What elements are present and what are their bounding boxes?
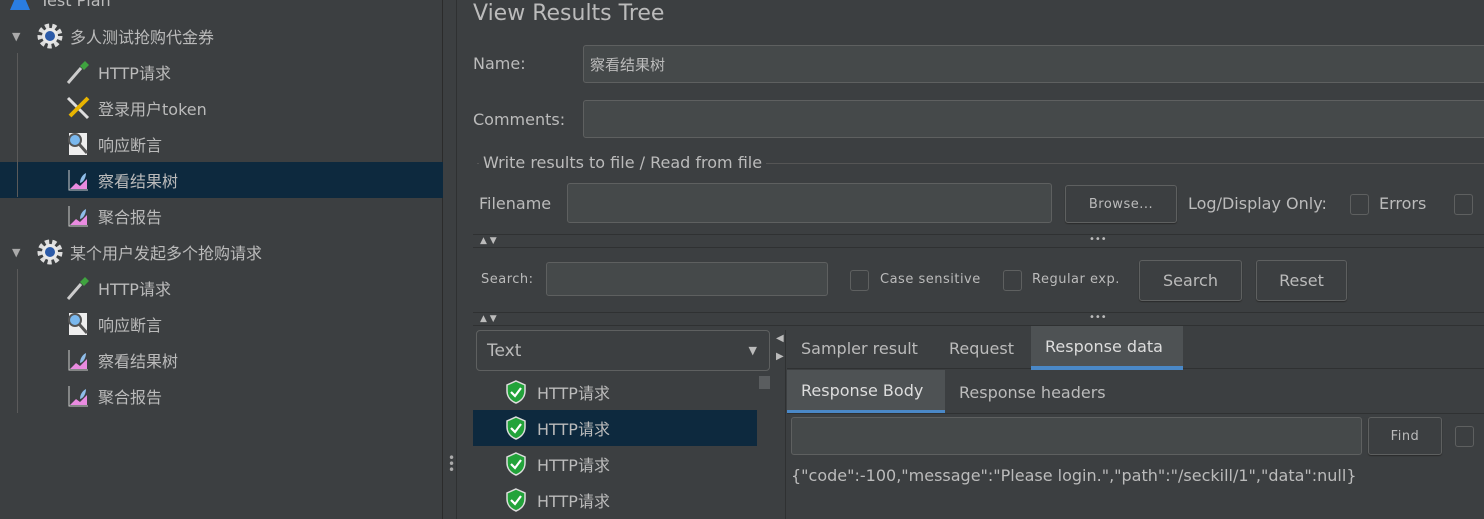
result-item-label: HTTP请求: [537, 420, 610, 439]
tab-request[interactable]: Request: [935, 326, 1031, 370]
search-button[interactable]: Search: [1139, 260, 1242, 301]
errors-checkbox[interactable]: [1350, 194, 1369, 215]
results-scrollbar[interactable]: [759, 376, 770, 389]
test-plan-tree: Test Plan ▼ 多人测试抢购代金券 HTTP请求 登录用户token 响应断言 察看…: [0, 0, 443, 519]
reset-button[interactable]: Reset: [1256, 260, 1347, 301]
pane-grip-icon[interactable]: •••: [1089, 234, 1107, 245]
listener-chart-icon: [64, 346, 92, 374]
tree-item[interactable]: 察看结果树: [0, 342, 443, 378]
file-group-title: Write results to file / Read from file: [479, 153, 767, 172]
renderer-value: Text: [487, 340, 522, 361]
tree-item-label: 响应断言: [98, 136, 163, 155]
tree-item[interactable]: 聚合报告: [0, 378, 443, 414]
tree-item[interactable]: 登录用户token: [0, 90, 443, 126]
tree-item-label: 聚合报告: [98, 388, 163, 407]
result-item-label: HTTP请求: [537, 492, 610, 511]
browse-button[interactable]: Browse...: [1065, 185, 1177, 223]
tree-item-label: 某个用户发起多个抢购请求: [70, 244, 263, 263]
successes-checkbox[interactable]: [1454, 194, 1473, 215]
tree-item-label: 多人测试抢购代金券: [70, 28, 215, 47]
tree-item-label: 聚合报告: [98, 208, 163, 227]
result-item-label: HTTP请求: [537, 384, 610, 403]
case-sensitive-checkbox[interactable]: [850, 270, 869, 291]
filename-input[interactable]: [567, 183, 1052, 223]
name-label: Name:: [473, 54, 526, 73]
comments-label: Comments:: [473, 110, 566, 129]
tree-item[interactable]: 响应断言: [0, 126, 443, 162]
expand-caret-icon[interactable]: ▼: [12, 30, 20, 43]
result-item[interactable]: HTTP请求: [473, 410, 757, 446]
regular-exp-checkbox[interactable]: [1003, 270, 1022, 291]
tab-response-data[interactable]: Response data: [1031, 326, 1183, 370]
response-body-text[interactable]: {"code":-100,"message":"Please login.","…: [791, 466, 1357, 485]
tree-item-label: 登录用户token: [98, 100, 207, 119]
tab-sampler-result[interactable]: Sampler result: [787, 326, 935, 370]
thread-group-gear-icon: [36, 238, 64, 266]
tree-item-label: HTTP请求: [98, 64, 171, 83]
chevron-down-icon: ▼: [748, 344, 757, 357]
success-shield-icon: [505, 488, 527, 512]
case-sensitive-label: Case sensitive: [880, 272, 981, 287]
divider-grip-icon[interactable]: • • •: [448, 452, 455, 476]
tree-item[interactable]: HTTP请求: [0, 270, 443, 306]
tree-item[interactable]: Test Plan: [0, 0, 443, 18]
subtab-response-headers[interactable]: Response headers: [945, 370, 1131, 414]
pane-grip-icon[interactable]: •••: [1089, 312, 1107, 323]
collapse-arrows-icon[interactable]: ▲ ▼: [480, 236, 497, 246]
tree-item[interactable]: HTTP请求: [0, 54, 443, 90]
regular-exp-label: Regular exp.: [1032, 272, 1120, 287]
find-option-checkbox[interactable]: [1455, 426, 1474, 447]
tree-guide-line: [17, 269, 18, 413]
result-item[interactable]: HTTP请求: [473, 446, 757, 482]
test-plan-icon: [6, 0, 34, 14]
listener-chart-icon: [64, 166, 92, 194]
tree-item[interactable]: 响应断言: [0, 306, 443, 342]
sampler-dropper-icon: [64, 274, 92, 302]
filename-label: Filename: [479, 194, 552, 213]
log-display-label: Log/Display Only:: [1188, 194, 1327, 213]
tree-item[interactable]: 察看结果树: [0, 162, 443, 198]
listener-chart-icon: [64, 382, 92, 410]
result-item[interactable]: HTTP请求: [473, 482, 757, 518]
split-pane-divider[interactable]: [443, 0, 457, 519]
tree-item-label: 察看结果树: [98, 352, 179, 371]
search-input[interactable]: [546, 262, 828, 296]
tree-item[interactable]: ▼ 某个用户发起多个抢购请求: [0, 234, 443, 270]
tree-guide-line: [17, 53, 18, 197]
page-title: View Results Tree: [473, 1, 665, 26]
success-shield-icon: [505, 380, 527, 404]
tree-item-label: Test Plan: [40, 0, 111, 10]
tree-item[interactable]: 聚合报告: [0, 198, 443, 234]
listener-chart-icon: [64, 202, 92, 230]
comments-input[interactable]: [583, 100, 1484, 138]
tree-item-label: 响应断言: [98, 316, 163, 335]
find-input[interactable]: [791, 417, 1362, 455]
collapse-arrows-icon[interactable]: ▲ ▼: [480, 314, 497, 324]
expand-caret-icon[interactable]: ▼: [12, 246, 20, 259]
assertion-magnifier-icon: [64, 130, 92, 158]
tree-item[interactable]: ▼ 多人测试抢购代金券: [0, 18, 443, 54]
tree-item-label: HTTP请求: [98, 280, 171, 299]
config-tools-icon: [64, 94, 92, 122]
search-label: Search:: [481, 272, 534, 287]
result-item-label: HTTP请求: [537, 456, 610, 475]
thread-group-gear-icon: [36, 22, 64, 50]
result-item[interactable]: HTTP请求: [473, 374, 757, 410]
split-toggle-arrows-icon[interactable]: ◀ ▶: [776, 330, 786, 519]
tree-item-label: 察看结果树: [98, 172, 179, 191]
errors-label: Errors: [1379, 194, 1427, 213]
success-shield-icon: [505, 416, 527, 440]
renderer-select[interactable]: Text ▼: [476, 330, 770, 371]
subtab-response-body[interactable]: Response Body: [787, 370, 945, 414]
assertion-magnifier-icon: [64, 310, 92, 338]
name-input[interactable]: 察看结果树: [583, 45, 1484, 83]
success-shield-icon: [505, 452, 527, 476]
sampler-dropper-icon: [64, 58, 92, 86]
find-button[interactable]: Find: [1368, 417, 1442, 455]
